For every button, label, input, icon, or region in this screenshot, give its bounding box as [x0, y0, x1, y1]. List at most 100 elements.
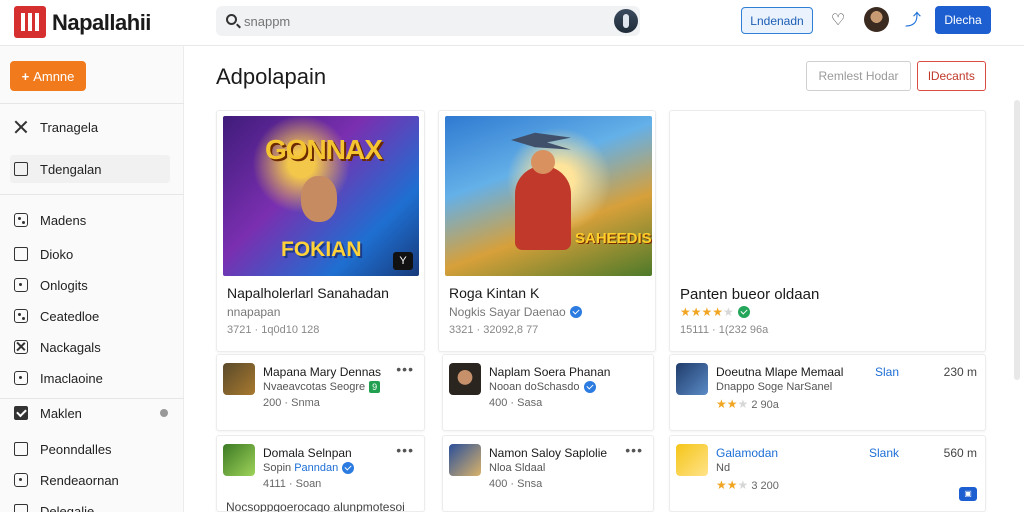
list-item-title: Naplam Soera Phanan	[489, 365, 611, 379]
sidebar-cta-button[interactable]: + Amnne	[10, 61, 86, 91]
list-item-link[interactable]: Slank	[869, 446, 899, 460]
list-item-title: Doeutna Mlape Memaal	[716, 365, 844, 379]
featured-card[interactable]: Panten bueor oldaan ★★★★★ 15111 · 1(232 …	[669, 110, 986, 352]
list-item-link[interactable]: Slan	[875, 365, 899, 379]
search-input[interactable]	[244, 6, 604, 36]
square-icon	[14, 162, 28, 176]
featured-card[interactable]: GONNAX FOKIAN Y Napalholerlarl Sanahadan…	[216, 110, 425, 352]
sidebar-item-delegalie[interactable]: Delegalie	[10, 497, 170, 512]
sidebar-item-maklen[interactable]: Maklen	[10, 399, 170, 427]
cross-square-icon	[14, 340, 28, 354]
list-item[interactable]: Galamodan Slank 560 m Nd ★★★ 3 200 ▣	[669, 435, 986, 512]
heart-icon[interactable]: ♡	[829, 12, 847, 30]
more-icon[interactable]: •••	[396, 361, 414, 377]
checked-box-icon	[14, 406, 28, 420]
list-item[interactable]: Namon Saloy Saplolie ••• Nloa Sldaal 400…	[442, 435, 654, 512]
sidebar-item-nackagals[interactable]: Nackagals	[10, 333, 170, 361]
verified-icon	[342, 462, 355, 474]
profile-avatar[interactable]	[864, 7, 889, 32]
square-icon	[14, 504, 28, 512]
more-icon[interactable]: •••	[396, 442, 414, 458]
sidebar-item-madens[interactable]: Madens	[10, 206, 170, 234]
close-icon	[14, 120, 28, 134]
user-avatar-small[interactable]	[614, 9, 638, 33]
sidebar-item-rendeaornan[interactable]: Rendeaornan	[10, 466, 170, 494]
card-meta: 3721 · 1q0d10 128	[227, 324, 320, 336]
card-meta: 15111 · 1(232 96a	[680, 324, 769, 336]
square-icon	[14, 442, 28, 456]
list-item[interactable]: Doeutna Mlape Memaal Slan 230 m Dnappo S…	[669, 354, 986, 431]
cover-title: GONNAX	[265, 134, 383, 165]
meta-text: 3 200	[751, 480, 779, 492]
sidebar-item-label: Dioko	[40, 246, 74, 262]
sidebar-item-dioko[interactable]: Dioko	[10, 240, 170, 268]
game-cover-image[interactable]: SAHEEDIS	[445, 116, 652, 276]
dice-icon	[14, 213, 28, 227]
sidebar-item-label: Imaclaoine	[40, 370, 103, 386]
search-icon	[226, 14, 237, 25]
publisher-badge-icon: Y	[393, 252, 413, 270]
sidebar-item-imaclaoine[interactable]: Imaclaoine	[10, 364, 170, 392]
subtitle-text: Sopin	[263, 462, 292, 474]
game-cover-image[interactable]: GONNAX FOKIAN Y	[223, 116, 419, 276]
app-icon	[676, 444, 708, 476]
tag-badge: 9	[369, 381, 381, 393]
card-subtitle: Nogkis Sayar Daenao	[449, 305, 582, 319]
app-icon	[223, 363, 255, 395]
card-title: Napalholerlarl Sanahadan	[227, 285, 389, 301]
cover-subtitle: FOKIAN	[281, 238, 362, 261]
dot-square-icon	[14, 278, 28, 292]
list-item[interactable]: Mapana Mary Dennas ••• Nvaeavcotas Seogr…	[216, 354, 425, 431]
sidebar-item-peonndalles[interactable]: Peonndalles	[10, 435, 170, 463]
subtitle-text: Nooan doSchasdo	[489, 381, 580, 393]
plus-icon: +	[21, 68, 30, 84]
sidebar-item-ceatedloe[interactable]: Ceatedloe	[10, 302, 170, 330]
list-item-meta: 4111 · Soan	[263, 478, 322, 490]
brand-name[interactable]: Napallahii	[52, 10, 151, 36]
grid-icon	[14, 309, 28, 323]
dot-square-icon	[14, 473, 28, 487]
danger-button[interactable]: lDecants	[917, 61, 986, 91]
top-header: Napallahii Lndenadn ♡ ⤴ Dlecha	[0, 0, 1024, 46]
more-icon[interactable]: •••	[625, 442, 643, 458]
card-title: Roga Kintan K	[449, 285, 540, 301]
sidebar-item-label: Peonndalles	[40, 441, 112, 457]
divider	[0, 103, 184, 104]
list-item-subtitle: Dnappo Soge NarSanel	[716, 381, 833, 393]
sidebar-item-onlogits[interactable]: Onlogits	[10, 271, 170, 299]
share-icon[interactable]: ⤴	[904, 12, 922, 30]
meta-text: 2 90a	[751, 399, 779, 411]
sidebar-item-label: Tdengalan	[40, 161, 102, 177]
card-rating: ★★★★★	[680, 305, 750, 319]
app-icon	[223, 444, 255, 476]
page-title: Adpolapain	[216, 64, 327, 89]
header-primary-button[interactable]: Dlecha	[935, 6, 991, 34]
list-item-subtitle: Nd	[716, 462, 731, 474]
character-art	[301, 176, 337, 222]
sidebar-item-label: Ceatedloe	[40, 308, 100, 324]
header-outline-button[interactable]: Lndenadn	[741, 7, 813, 34]
card-title: Panten bueor oldaan	[680, 286, 820, 303]
list-item-title: Galamodan	[716, 446, 779, 460]
sidebar-item-label: Madens	[40, 212, 87, 228]
scrollbar[interactable]	[1014, 100, 1020, 380]
sidebar-item-label: Tranagela	[40, 119, 99, 135]
card-subtitle-text: Nogkis Sayar Daenao	[449, 305, 566, 319]
star-rating-icon: ★★★★★	[680, 305, 734, 319]
list-item-title: Mapana Mary Dennas	[263, 365, 382, 379]
list-item-meta: 400 · Snsa	[489, 478, 543, 490]
card-subtitle: nnapapan	[227, 305, 281, 319]
secondary-button[interactable]: Remlest Hodar	[806, 61, 911, 91]
app-badge-icon: ▣	[959, 487, 977, 501]
sidebar-item-label: Rendeaornan	[40, 472, 119, 488]
subtitle-link[interactable]: Panndan	[294, 462, 338, 474]
list-item-subtitle: Nvaeavcotas Seogre 9	[263, 381, 381, 393]
brand-logo-icon[interactable]	[14, 6, 46, 38]
featured-card[interactable]: SAHEEDIS Roga Kintan K Nogkis Sayar Daen…	[438, 110, 656, 352]
search-box[interactable]	[216, 6, 640, 36]
sidebar: + Amnne Tranagela Tdengalan Madens Dioko …	[0, 46, 184, 512]
list-item[interactable]: Naplam Soera Phanan Nooan doSchasdo 400 …	[442, 354, 654, 431]
sidebar-item-tdengalan[interactable]: Tdengalan	[10, 155, 170, 183]
star-rating-icon: ★★★	[716, 478, 749, 492]
sidebar-item-tranagela[interactable]: Tranagela	[10, 113, 170, 141]
